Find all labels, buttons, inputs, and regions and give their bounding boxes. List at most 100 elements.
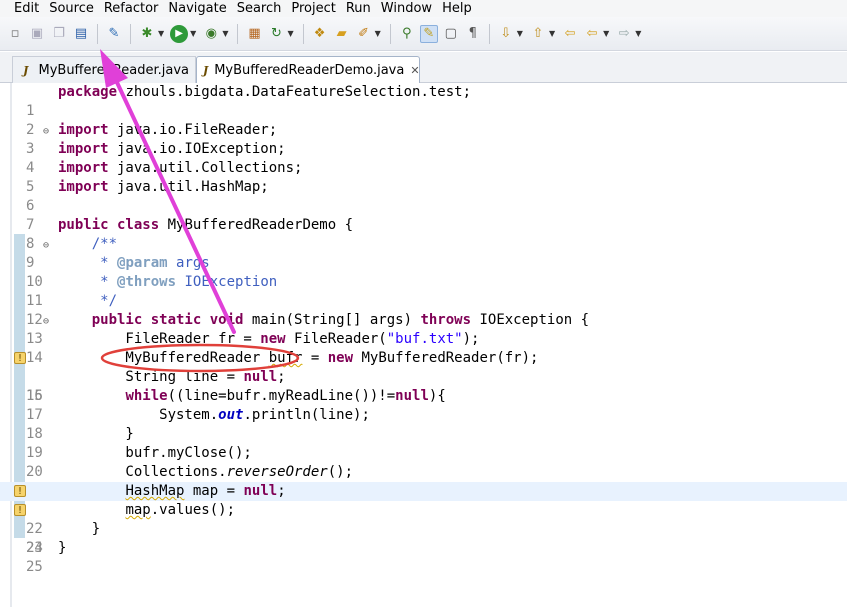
java-file-icon: J bbox=[203, 63, 209, 77]
editor-tab-bar: J MyBufferedReader.java J MyBufferedRead… bbox=[0, 52, 847, 83]
code-line[interactable]: 7 bbox=[0, 197, 847, 233]
chevron-down-icon[interactable]: ▼ bbox=[517, 29, 523, 38]
show-whitespace-icon[interactable]: ¶ bbox=[464, 25, 482, 43]
warning-icon[interactable]: ! bbox=[14, 504, 26, 516]
code-text: map.values(); bbox=[125, 502, 236, 518]
chevron-down-icon[interactable]: ▼ bbox=[375, 29, 381, 38]
code-line[interactable]: 24 } bbox=[0, 520, 847, 556]
code-line[interactable]: 2 bbox=[0, 102, 847, 138]
chevron-down-icon[interactable]: ▼ bbox=[549, 29, 555, 38]
refresh-icon[interactable]: ↻ bbox=[267, 25, 285, 43]
code-line[interactable]: 3 ⊖ import java.io.FileReader; bbox=[0, 121, 847, 157]
code-text: * @throws IOException bbox=[58, 274, 278, 290]
next-annotation-icon[interactable]: ⚲ bbox=[398, 25, 416, 43]
run-icon[interactable]: ▶ bbox=[170, 24, 189, 43]
code-line[interactable]: ! 23 map.values(); bbox=[0, 501, 847, 556]
back-icon[interactable]: ⇦ bbox=[583, 25, 601, 43]
fold-icon[interactable]: ⊖ bbox=[43, 236, 49, 255]
chevron-down-icon[interactable]: ▼ bbox=[158, 29, 164, 38]
code-text: } bbox=[58, 540, 67, 556]
code-editor[interactable]: 1 package zhouls.bigdata.DataFeatureSele… bbox=[0, 83, 847, 607]
new-icon[interactable]: ▫ bbox=[6, 25, 24, 43]
next-edit-icon[interactable]: ⇧ bbox=[529, 25, 547, 43]
code-line[interactable]: 25 } bbox=[0, 539, 847, 575]
open-folder-icon[interactable]: ▰ bbox=[333, 25, 351, 43]
toolbar-separator bbox=[389, 23, 391, 44]
debug-icon[interactable]: ✱ bbox=[138, 25, 156, 43]
menu-window[interactable]: Window bbox=[381, 0, 432, 17]
menu-edit[interactable]: Edit bbox=[14, 0, 39, 17]
forward-icon[interactable]: ⇨ bbox=[615, 25, 633, 43]
code-line[interactable]: 4 import java.io.IOException; bbox=[0, 140, 847, 176]
code-text: import java.io.FileReader; bbox=[58, 122, 278, 138]
code-line[interactable]: 11 * @throws IOException bbox=[0, 273, 847, 309]
code-text: } bbox=[58, 521, 101, 537]
current-code-line[interactable]: ! 22 HashMap map = null; bbox=[0, 482, 847, 537]
code-text: package zhouls.bigdata.DataFeatureSelect… bbox=[58, 84, 472, 100]
tab-mybufferedreaderdemo[interactable]: J MyBufferedReaderDemo.java ✕ bbox=[196, 56, 420, 83]
tab-label: MyBufferedReaderDemo.java bbox=[214, 62, 405, 78]
code-text: import java.util.Collections; bbox=[58, 160, 303, 176]
code-text: * @param args bbox=[58, 255, 210, 271]
warning-icon[interactable]: ! bbox=[14, 485, 26, 497]
menu-refactor[interactable]: Refactor bbox=[104, 0, 159, 17]
code-text: */ bbox=[58, 293, 118, 309]
chevron-down-icon[interactable]: ▼ bbox=[287, 29, 293, 38]
warning-icon[interactable]: ! bbox=[14, 352, 26, 364]
console-icon[interactable]: ▤ bbox=[72, 25, 90, 43]
code-line[interactable]: 21 Collections.reverseOrder(); bbox=[0, 463, 847, 499]
code-line[interactable]: 10 * @param args bbox=[0, 254, 847, 290]
code-text: MyBufferedReader bufr = new MyBufferedRe… bbox=[58, 350, 539, 366]
chevron-down-icon[interactable]: ▼ bbox=[222, 29, 228, 38]
code-text: while((line=bufr.myReadLine())!=null){ bbox=[125, 388, 446, 404]
menu-source[interactable]: Source bbox=[49, 0, 94, 17]
code-line[interactable]: 6 import java.util.HashMap; bbox=[0, 178, 847, 214]
search-icon[interactable]: ✐ bbox=[355, 25, 373, 43]
skip-breakpoints-icon[interactable]: ✎ bbox=[105, 25, 123, 43]
menu-help[interactable]: Help bbox=[442, 0, 472, 17]
code-line[interactable]: 1 package zhouls.bigdata.DataFeatureSele… bbox=[0, 83, 847, 119]
code-text: public static void main(String[] args) t… bbox=[91, 312, 590, 328]
previous-edit-icon[interactable]: ⇦ bbox=[561, 25, 579, 43]
code-text: HashMap map = null; bbox=[125, 483, 286, 499]
code-text: import java.util.HashMap; bbox=[58, 179, 269, 195]
code-text: /** bbox=[58, 236, 118, 252]
chevron-down-icon[interactable]: ▼ bbox=[635, 29, 641, 38]
code-line[interactable]: 20 bufr.myClose(); bbox=[0, 444, 847, 480]
close-icon[interactable]: ✕ bbox=[410, 64, 419, 77]
external-tools-icon[interactable]: ◉ bbox=[202, 25, 220, 43]
chevron-down-icon[interactable]: ▼ bbox=[190, 29, 196, 38]
code-line[interactable]: 8 public class MyBufferedReaderDemo { bbox=[0, 216, 847, 252]
chevron-down-icon[interactable]: ▼ bbox=[603, 29, 609, 38]
code-text: String line = null; bbox=[58, 369, 286, 385]
code-line[interactable]: 16 String line = null; bbox=[0, 368, 847, 404]
code-line[interactable]: 12 */ bbox=[0, 292, 847, 328]
menu-run[interactable]: Run bbox=[346, 0, 371, 17]
new-java-project-icon[interactable]: ▦ bbox=[245, 25, 263, 43]
code-line[interactable]: 18 System.out.println(line); bbox=[0, 406, 847, 442]
open-type-icon[interactable]: ❖ bbox=[311, 25, 329, 43]
save-icon[interactable]: ▣ bbox=[28, 25, 46, 43]
word-wrap-icon[interactable]: ▢ bbox=[442, 25, 460, 43]
code-line[interactable]: 17 while((line=bufr.myReadLine())!=null)… bbox=[0, 387, 847, 423]
fold-icon[interactable]: ⊖ bbox=[43, 122, 49, 141]
code-text: System.out.println(line); bbox=[58, 407, 370, 423]
mark-occurrences-icon[interactable]: ✎ bbox=[419, 24, 438, 43]
code-line[interactable]: 19 } bbox=[0, 425, 847, 461]
code-line[interactable]: 9 ⊖ /** bbox=[0, 235, 847, 271]
fold-icon[interactable]: ⊖ bbox=[43, 312, 49, 331]
tab-mybufferedreader[interactable]: J MyBufferedReader.java bbox=[12, 56, 196, 83]
line-number: 25 bbox=[26, 559, 43, 575]
save-all-icon[interactable]: ❐ bbox=[50, 25, 68, 43]
code-line[interactable]: 5 import java.util.Collections; bbox=[0, 159, 847, 195]
code-text: import java.io.IOException; bbox=[58, 141, 286, 157]
code-line[interactable]: 14 FileReader fr = new FileReader("buf.t… bbox=[0, 330, 847, 366]
toolbar-separator bbox=[488, 23, 490, 44]
menu-project[interactable]: Project bbox=[291, 0, 335, 17]
menu-navigate[interactable]: Navigate bbox=[168, 0, 226, 17]
code-line[interactable]: 13 ⊖ public static void main(String[] ar… bbox=[0, 311, 847, 347]
code-text: public class MyBufferedReaderDemo { bbox=[58, 217, 354, 233]
code-line[interactable]: ! 15 MyBufferedReader bufr = new MyBuffe… bbox=[0, 349, 847, 404]
pin-icon[interactable]: ⇩ bbox=[497, 25, 515, 43]
menu-search[interactable]: Search bbox=[237, 0, 282, 17]
